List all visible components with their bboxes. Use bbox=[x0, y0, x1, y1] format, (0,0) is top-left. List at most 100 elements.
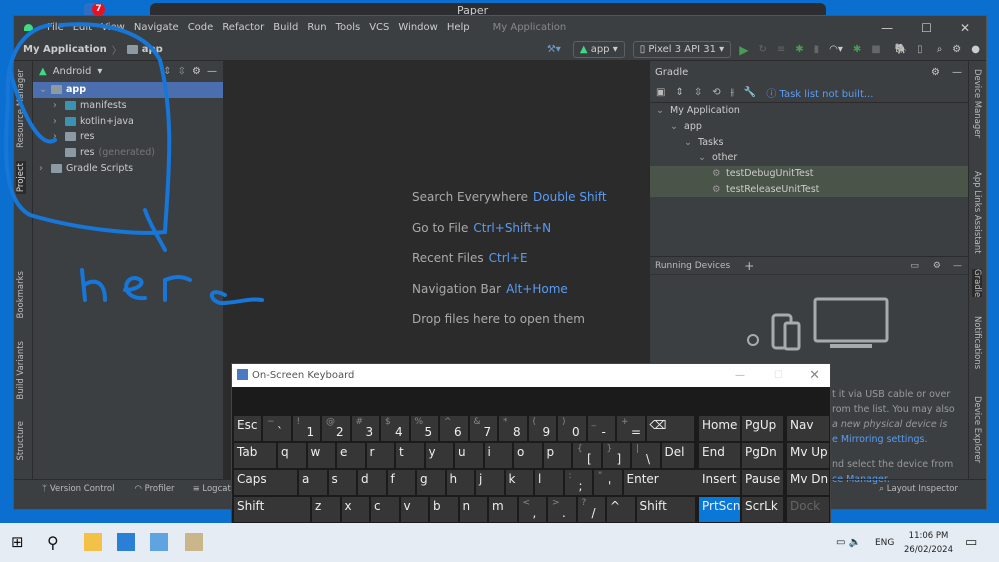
key-y[interactable]: y bbox=[425, 443, 453, 468]
apply-code-icon[interactable]: ≡ bbox=[777, 44, 785, 55]
key-`[interactable]: ~ ` bbox=[263, 416, 291, 441]
menu-code[interactable]: Code bbox=[188, 22, 214, 33]
tab-resource-manager[interactable]: Resource Manager bbox=[16, 69, 26, 148]
key-r[interactable]: r bbox=[366, 443, 394, 468]
device-manager-icon[interactable]: ▯ bbox=[917, 44, 923, 55]
key-Caps[interactable]: Caps bbox=[234, 470, 297, 495]
key-Tab[interactable]: Tab bbox=[234, 443, 276, 468]
analyze-icon[interactable]: ⟲ bbox=[712, 87, 720, 98]
tree-item[interactable]: › Gradle Scripts bbox=[33, 160, 223, 176]
action-center-icon[interactable]: ▭ bbox=[965, 535, 977, 550]
close-button[interactable]: ✕ bbox=[960, 21, 970, 35]
minimize-button[interactable]: — bbox=[735, 370, 745, 381]
key-z[interactable]: z bbox=[312, 497, 340, 522]
run-config-dropdown[interactable]: ▲ app ▾ bbox=[572, 41, 625, 58]
key-o[interactable]: o bbox=[514, 443, 542, 468]
gradle-tree-item[interactable]: ⌄ Tasks bbox=[650, 134, 968, 150]
menu-build[interactable]: Build bbox=[273, 22, 298, 33]
key-/[interactable]: ? / bbox=[577, 497, 605, 522]
key-i[interactable]: i bbox=[484, 443, 512, 468]
run-icon[interactable]: ▶ bbox=[739, 43, 748, 57]
app-icon[interactable] bbox=[150, 533, 168, 551]
key-6[interactable]: ^ 6 bbox=[440, 416, 468, 441]
tree-item[interactable]: › manifests bbox=[33, 98, 223, 114]
key-g[interactable]: g bbox=[417, 470, 445, 495]
key-1[interactable]: ! 1 bbox=[292, 416, 320, 441]
key-j[interactable]: j bbox=[476, 470, 504, 495]
key-k[interactable]: k bbox=[505, 470, 533, 495]
tree-item[interactable]: ⌄ app bbox=[33, 82, 223, 98]
gradle-sync-icon[interactable]: 🐘 bbox=[895, 44, 907, 55]
key-^[interactable]: ^ bbox=[607, 497, 635, 522]
key-pgup[interactable]: PgUp bbox=[742, 416, 783, 441]
apply-changes-icon[interactable]: ↻ bbox=[758, 44, 766, 55]
gradle-tree-item[interactable]: ⌄ other bbox=[650, 150, 968, 166]
key-Del[interactable]: Del bbox=[661, 443, 694, 468]
stop-icon[interactable]: ■ bbox=[871, 44, 880, 55]
clock[interactable]: 11:06 PM 26/02/2024 bbox=[904, 529, 953, 557]
expand-all-icon[interactable]: ⇕ bbox=[163, 66, 171, 77]
menu-run[interactable]: Run bbox=[307, 22, 326, 33]
tab-device-manager[interactable]: Device Manager bbox=[972, 69, 982, 138]
key-pgdn[interactable]: PgDn bbox=[742, 443, 783, 468]
tab-bookmarks[interactable]: Bookmarks bbox=[16, 271, 26, 319]
key-dock[interactable]: Dock bbox=[787, 497, 829, 522]
key-3[interactable]: #3 bbox=[351, 416, 379, 441]
key-5[interactable]: % 5 bbox=[410, 416, 438, 441]
execute-task-icon[interactable]: ▣ bbox=[656, 87, 665, 98]
profile-icon[interactable]: ◠▾ bbox=[829, 44, 843, 55]
key-2[interactable]: @2 bbox=[322, 416, 350, 441]
language-indicator[interactable]: ENG bbox=[875, 538, 894, 548]
search-icon[interactable]: ⌕ bbox=[937, 44, 943, 55]
key-u[interactable]: u bbox=[455, 443, 483, 468]
chevron-down-icon[interactable]: ▾ bbox=[97, 66, 102, 77]
gear-icon[interactable]: ⚙ bbox=[192, 66, 201, 77]
key-[[interactable]: {[ bbox=[573, 443, 601, 468]
key-x[interactable]: x bbox=[341, 497, 369, 522]
key-w[interactable]: w bbox=[307, 443, 335, 468]
key-s[interactable]: s bbox=[328, 470, 356, 495]
menu-tools[interactable]: Tools bbox=[336, 22, 361, 33]
hint-shortcut[interactable]: Double Shift bbox=[533, 190, 607, 204]
window-icon[interactable]: ▭ bbox=[910, 261, 919, 271]
tab-device-explorer[interactable]: Device Explorer bbox=[972, 396, 982, 463]
gradle-tree-item[interactable]: ⚙ testDebugUnitTest bbox=[650, 165, 968, 182]
key-mv-up[interactable]: Mv Up bbox=[787, 443, 829, 468]
tab-logcat[interactable]: ≡ Logcat bbox=[193, 484, 231, 494]
key-9[interactable]: (9 bbox=[528, 416, 556, 441]
key-a[interactable]: a bbox=[299, 470, 327, 495]
close-button[interactable]: ✕ bbox=[809, 368, 820, 383]
menu-vcs[interactable]: VCS bbox=[369, 22, 389, 33]
gear-icon[interactable]: ⚙ bbox=[931, 67, 940, 78]
gradle-tree-item[interactable]: ⚙ testReleaseUnitTest bbox=[650, 181, 968, 198]
key-.[interactable]: >. bbox=[548, 497, 576, 522]
key-nav[interactable]: Nav bbox=[787, 416, 829, 441]
key-b[interactable]: b bbox=[430, 497, 458, 522]
collapse-all-icon[interactable]: ⇳ bbox=[178, 66, 186, 77]
key-scrlk[interactable]: ScrLk bbox=[742, 497, 783, 522]
key-p[interactable]: p bbox=[543, 443, 571, 468]
key-8[interactable]: * 8 bbox=[499, 416, 527, 441]
key-v[interactable]: v bbox=[400, 497, 428, 522]
key-l[interactable]: l bbox=[535, 470, 563, 495]
breadcrumb-project[interactable]: My Application bbox=[23, 44, 107, 55]
gear-icon[interactable]: ⚙ bbox=[952, 44, 961, 55]
file-explorer-icon[interactable] bbox=[84, 533, 102, 551]
key-0[interactable]: ) 0 bbox=[558, 416, 586, 441]
key-7[interactable]: & 7 bbox=[469, 416, 497, 441]
build-hammer-icon[interactable]: ⚒▾ bbox=[547, 44, 561, 55]
menu-refactor[interactable]: Refactor bbox=[222, 22, 264, 33]
key--[interactable]: _ - bbox=[587, 416, 615, 441]
task-list-link[interactable]: ⓘ Task list not built... bbox=[766, 85, 873, 100]
key-4[interactable]: $4 bbox=[381, 416, 409, 441]
key-d[interactable]: d bbox=[358, 470, 386, 495]
chevron-right-icon[interactable]: › bbox=[53, 131, 65, 142]
expand-all-icon[interactable]: ⇕ bbox=[675, 87, 683, 98]
attach-debugger-icon[interactable]: ✱ bbox=[853, 44, 861, 55]
app-icon[interactable] bbox=[185, 533, 203, 551]
chevron-right-icon[interactable]: › bbox=[53, 116, 65, 127]
tab-project[interactable]: Project bbox=[16, 161, 26, 195]
key-q[interactable]: q bbox=[278, 443, 306, 468]
key-c[interactable]: c bbox=[371, 497, 399, 522]
hint-shortcut[interactable]: Alt+Home bbox=[506, 282, 568, 296]
